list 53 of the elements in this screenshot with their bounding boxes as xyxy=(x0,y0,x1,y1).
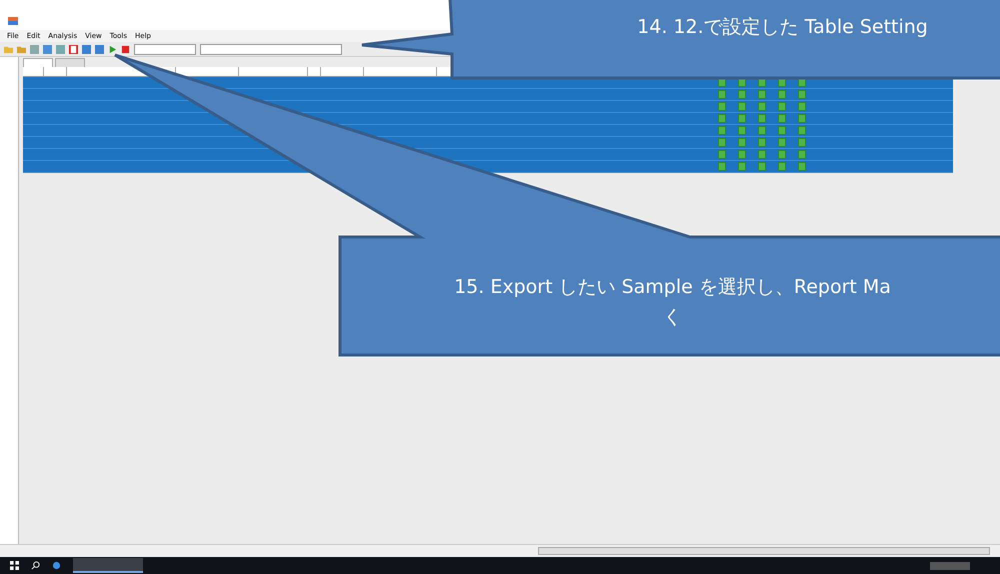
taskbar-button[interactable] xyxy=(73,558,143,573)
status-square-icon xyxy=(778,150,786,159)
status-square-icon xyxy=(798,114,806,123)
stop-icon[interactable] xyxy=(121,44,130,54)
table-row[interactable] xyxy=(23,89,953,101)
status-square-icon xyxy=(798,138,806,147)
system-tray[interactable] xyxy=(930,562,970,570)
status-square-icon xyxy=(798,102,806,111)
status-square-icon xyxy=(738,114,746,123)
callout-text: 15. Export したい Sample を選択し、Report Ma く xyxy=(453,275,892,330)
grid-icon[interactable] xyxy=(30,44,39,54)
callout-text: 14. 12.で設定した Table Setting xyxy=(636,15,929,40)
status-square-icon xyxy=(758,90,766,99)
status-square-icon xyxy=(758,162,766,171)
status-square-icon xyxy=(758,126,766,135)
status-square-icon xyxy=(758,102,766,111)
status-square-icon xyxy=(758,114,766,123)
status-square-icon xyxy=(798,126,806,135)
status-square-icon xyxy=(738,138,746,147)
tab[interactable] xyxy=(23,58,53,67)
status-square-icon xyxy=(718,114,726,123)
play-icon[interactable] xyxy=(108,44,117,54)
status-square-icon xyxy=(798,90,806,99)
status-square-icon xyxy=(778,162,786,171)
browser-icon[interactable] xyxy=(52,561,61,570)
status-square-icon xyxy=(738,90,746,99)
table-row[interactable] xyxy=(23,101,953,113)
status-square-icon xyxy=(798,150,806,159)
status-square-icon xyxy=(738,126,746,135)
status-square-icon xyxy=(778,126,786,135)
scroll-bar[interactable] xyxy=(538,547,990,555)
status-square-icon xyxy=(798,162,806,171)
report-icon[interactable] xyxy=(69,44,78,54)
status-square-icon xyxy=(738,162,746,171)
windows-icon[interactable] xyxy=(10,561,19,570)
status-square-icon xyxy=(718,126,726,135)
status-square-icon xyxy=(778,138,786,147)
status-square-icon xyxy=(778,90,786,99)
status-square-icon xyxy=(718,162,726,171)
status-square-icon xyxy=(778,102,786,111)
status-square-icon xyxy=(738,150,746,159)
status-square-icon xyxy=(718,102,726,111)
status-square-icon xyxy=(778,114,786,123)
dropdown-field[interactable] xyxy=(200,44,342,54)
status-square-icon xyxy=(718,138,726,147)
status-square-icon xyxy=(738,102,746,111)
app-icon xyxy=(8,17,18,25)
status-square-icon xyxy=(718,90,726,99)
search-icon[interactable] xyxy=(31,561,40,570)
status-square-icon xyxy=(758,150,766,159)
status-square-icon xyxy=(758,138,766,147)
dropdown-field[interactable] xyxy=(134,44,196,54)
status-square-icon xyxy=(718,150,726,159)
